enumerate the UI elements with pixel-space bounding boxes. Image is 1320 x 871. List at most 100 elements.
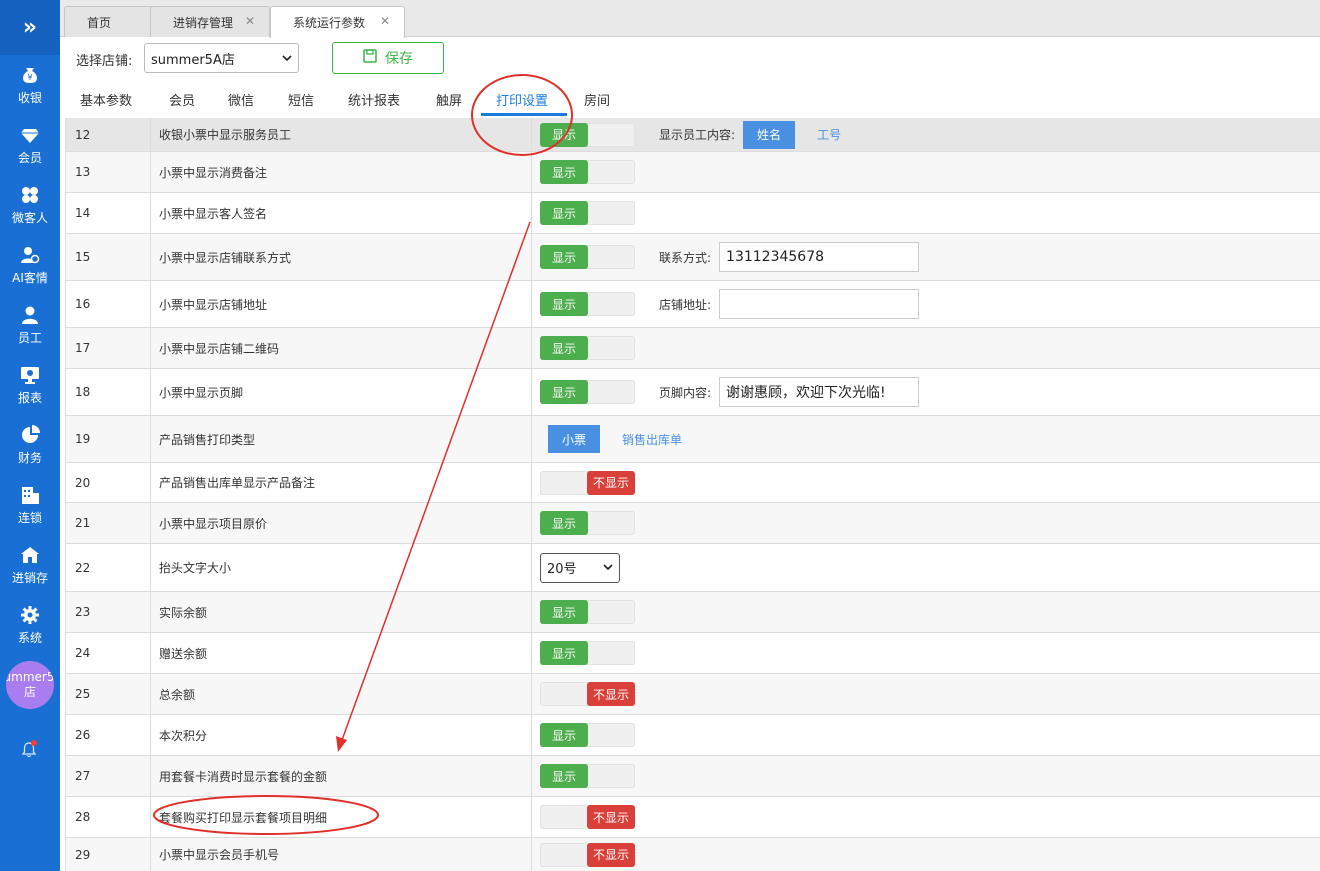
segment-option[interactable]: 工号 [817, 126, 841, 143]
sidebar-item-label: 财务 [17, 450, 42, 465]
display-toggle[interactable]: 不显示 [540, 842, 635, 867]
row-number: 22 [65, 544, 151, 591]
sidebar-item-6[interactable]: 财务 [0, 415, 60, 475]
row-number: 18 [65, 369, 151, 415]
sidebar-item-5[interactable]: 报表 [0, 355, 60, 415]
row-number: 16 [65, 281, 151, 327]
setting-value: 显示 [532, 633, 1320, 673]
nav-reports[interactable]: 统计报表 [348, 90, 400, 109]
sidebar-item-8[interactable]: 进销存 [0, 535, 60, 595]
setting-name: 收银小票中显示服务员工 [151, 118, 532, 151]
row-number: 25 [65, 674, 151, 714]
tab-system-params[interactable]: 系统运行参数 ✕ [270, 6, 405, 38]
display-toggle[interactable]: 显示 [540, 600, 635, 624]
setting-value: 显示 [532, 328, 1320, 368]
store-select[interactable]: summer5A店 [144, 43, 299, 73]
setting-name: 实际余额 [151, 592, 532, 632]
tab-inventory[interactable]: 进销存管理 ✕ [150, 6, 270, 37]
toggle-state-label: 显示 [540, 380, 588, 404]
display-toggle[interactable]: 不显示 [540, 470, 635, 495]
setting-value: 不显示 [532, 797, 1320, 837]
chevron-down-icon [282, 51, 292, 66]
table-row: 21 小票中显示项目原价 显示 [65, 503, 1320, 544]
segment-selected[interactable]: 小票 [548, 425, 601, 453]
segment-selected[interactable]: 姓名 [743, 120, 796, 149]
setting-name: 小票中显示页脚 [151, 369, 532, 415]
sidebar-item-0[interactable]: ¥ 收银 [0, 55, 60, 115]
toggle-state-label: 显示 [540, 201, 588, 225]
display-toggle[interactable]: 显示 [540, 245, 635, 269]
save-button[interactable]: 保存 [332, 42, 444, 74]
row-number: 13 [65, 152, 151, 192]
table-row: 17 小票中显示店铺二维码 显示 [65, 328, 1320, 369]
display-toggle[interactable]: 显示 [540, 641, 635, 665]
notification-dot [31, 740, 37, 746]
bell-icon[interactable] [17, 738, 41, 762]
display-toggle[interactable]: 显示 [540, 160, 635, 184]
display-toggle[interactable]: 显示 [540, 723, 635, 747]
extra-field-label: 店铺地址: [659, 297, 712, 312]
display-toggle[interactable]: 显示 [540, 380, 635, 404]
setting-value: 显示 [532, 756, 1320, 796]
nav-touchscreen[interactable]: 触屏 [436, 90, 462, 109]
setting-value: 显示 [532, 152, 1320, 192]
row-number: 29 [65, 838, 151, 871]
pie-chart-icon [20, 424, 40, 447]
toggle-state-label: 不显示 [587, 842, 635, 867]
table-row: 14 小票中显示客人签名 显示 [65, 193, 1320, 234]
row-number: 20 [65, 463, 151, 502]
display-toggle[interactable]: 显示 [540, 292, 635, 316]
row-number: 21 [65, 503, 151, 543]
nav-wechat[interactable]: 微信 [228, 90, 254, 109]
row-number: 24 [65, 633, 151, 673]
toggle-state-label: 显示 [540, 122, 588, 147]
sidebar-toggle-button[interactable]: » [0, 0, 60, 55]
segment-option[interactable]: 销售出库单 [622, 431, 682, 448]
font-size-select[interactable]: 20号 [540, 552, 620, 583]
tab-home[interactable]: 首页 [64, 6, 154, 37]
nav-room[interactable]: 房间 [584, 90, 610, 109]
table-row: 16 小票中显示店铺地址 显示 店铺地址: [65, 281, 1320, 328]
sidebar-item-2[interactable]: 微客人 [0, 175, 60, 235]
sidebar-item-3[interactable]: AI客情 [0, 235, 60, 295]
setting-value: 小票 销售出库单 [532, 416, 1320, 462]
warehouse-icon [20, 545, 40, 567]
nav-print-settings[interactable]: 打印设置 [496, 90, 548, 109]
sidebar-item-7[interactable]: 连锁 [0, 475, 60, 535]
extra-field-input[interactable]: 谢谢惠顾，欢迎下次光临! [719, 377, 920, 407]
display-toggle[interactable]: 不显示 [540, 682, 635, 706]
sidebar-item-4[interactable]: 员工 [0, 295, 60, 355]
table-row: 24 赠送余额 显示 [65, 633, 1320, 674]
gear-icon [20, 605, 40, 627]
display-toggle[interactable]: 显示 [540, 764, 635, 788]
setting-name: 用套餐卡消费时显示套餐的金额 [151, 756, 532, 796]
display-toggle[interactable]: 不显示 [540, 805, 635, 829]
extra-field-input[interactable]: 13112345678 [719, 242, 920, 272]
active-tab-underline [481, 113, 567, 116]
store-avatar[interactable]: summer5A店 [6, 661, 54, 709]
display-toggle[interactable]: 显示 [540, 122, 635, 147]
extra-field-input[interactable] [719, 289, 920, 319]
nav-sms[interactable]: 短信 [288, 90, 314, 109]
setting-name: 产品销售出库单显示产品备注 [151, 463, 532, 502]
display-toggle[interactable]: 显示 [540, 201, 635, 225]
close-icon[interactable]: ✕ [245, 14, 255, 28]
setting-value: 显示 [532, 592, 1320, 632]
sidebar-item-1[interactable]: 会员 [0, 115, 60, 175]
nav-basic[interactable]: 基本参数 [80, 90, 132, 109]
close-icon[interactable]: ✕ [380, 14, 390, 28]
row-number: 15 [65, 234, 151, 280]
setting-value: 显示 [532, 503, 1320, 543]
settings-nav: 基本参数 会员 微信 短信 统计报表 触屏 打印设置 房间 [60, 80, 1320, 118]
nav-member[interactable]: 会员 [169, 90, 195, 109]
row-number: 17 [65, 328, 151, 368]
sidebar-item-9[interactable]: 系统 [0, 595, 60, 655]
setting-value: 显示 联系方式: 13112345678 [532, 234, 1320, 280]
display-toggle[interactable]: 显示 [540, 511, 635, 535]
setting-name: 小票中显示店铺二维码 [151, 328, 532, 368]
setting-name: 抬头文字大小 [151, 544, 532, 591]
display-toggle[interactable]: 显示 [540, 336, 635, 360]
setting-value: 显示 [532, 715, 1320, 755]
svg-text:¥: ¥ [27, 73, 32, 82]
setting-value: 不显示 [532, 838, 1320, 871]
